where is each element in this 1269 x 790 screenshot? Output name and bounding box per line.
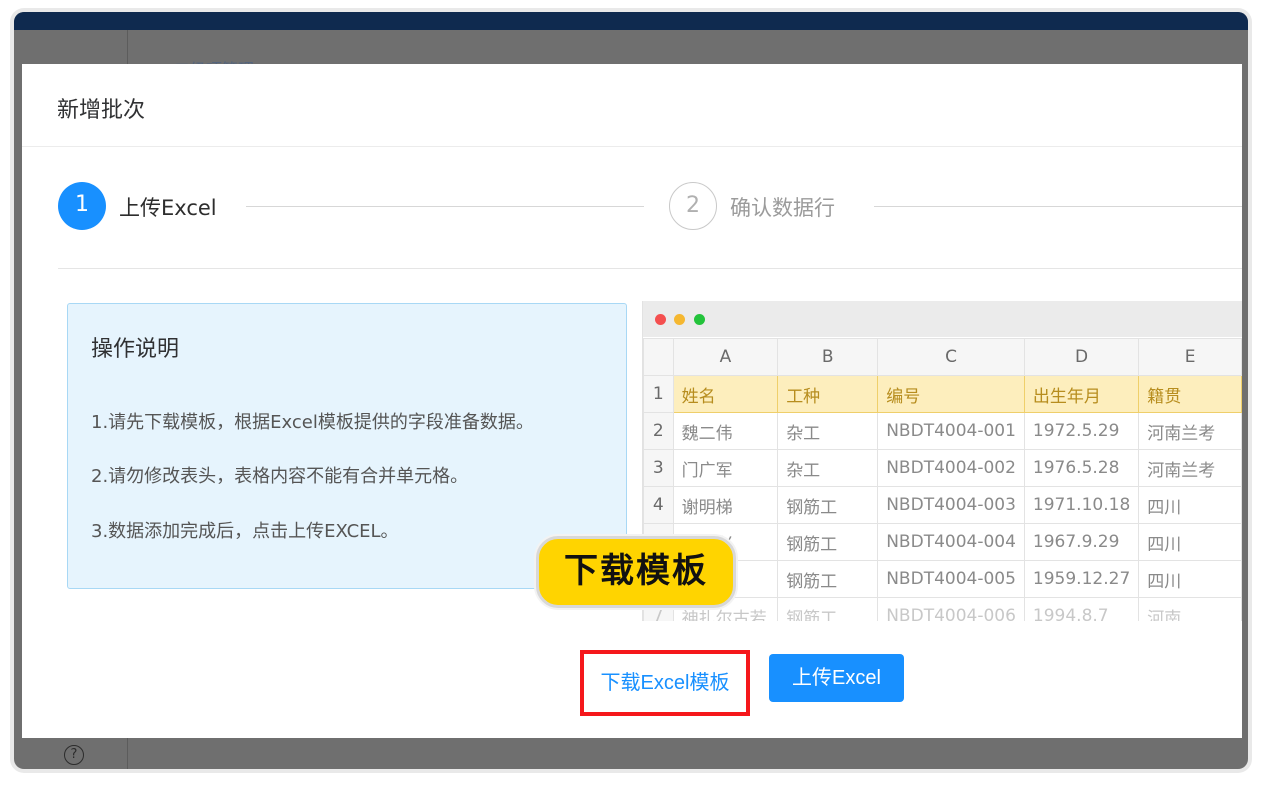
column-header: E xyxy=(1138,338,1242,376)
table-cell: 籍贯 xyxy=(1138,375,1242,413)
table-cell: 1976.5.28 xyxy=(1023,449,1140,487)
corner-cell xyxy=(643,338,674,376)
table-cell: 河南 xyxy=(1138,597,1242,621)
table-cell: 钢筋工 xyxy=(777,560,879,598)
instructions-title: 操作说明 xyxy=(91,337,180,362)
table-cell: 1972.5.29 xyxy=(1023,412,1140,450)
table-cell: NBDT4004-005 xyxy=(877,560,1025,598)
table-cell: 1971.10.18 xyxy=(1023,486,1140,524)
instruction-item: 1.请先下载模板，根据Excel模板提供的字段准备数据。 xyxy=(91,412,534,433)
table-cell: NBDT4004-003 xyxy=(877,486,1025,524)
row-number: 3 xyxy=(643,449,674,487)
table-cell: 四川 xyxy=(1138,560,1242,598)
step-1-label: 上传Excel xyxy=(119,196,217,220)
instruction-item: 3.数据添加完成后，点击上传EXCEL。 xyxy=(91,521,399,542)
table-cell: 四川 xyxy=(1138,523,1242,561)
table-cell: 门广军 xyxy=(672,449,779,487)
row-number: 4 xyxy=(643,486,674,524)
table-cell: NBDT4004-001 xyxy=(877,412,1025,450)
column-header: A xyxy=(672,338,779,376)
table-cell: 编号 xyxy=(877,375,1025,413)
table-cell: NBDT4004-002 xyxy=(877,449,1025,487)
question-circle-icon[interactable]: ? xyxy=(64,745,84,765)
column-header: B xyxy=(777,338,879,376)
table-cell: NBDT4004-006 xyxy=(877,597,1025,621)
table-cell: 姓名 xyxy=(672,375,779,413)
new-batch-modal: 新增批次 1 上传Excel 2 确认数据行 操作说明 1.请先下载模板，根据E… xyxy=(22,64,1242,738)
table-cell: 钢筋工 xyxy=(777,486,879,524)
instruction-item: 2.请勿修改表头，表格内容不能有合并单元格。 xyxy=(91,466,469,487)
step-2-label: 确认数据行 xyxy=(730,196,835,220)
table-cell: 1967.9.29 xyxy=(1023,523,1140,561)
upload-excel-button[interactable]: 上传Excel xyxy=(769,654,904,702)
table-cell: 1994.8.7 xyxy=(1023,597,1140,621)
download-template-button[interactable]: 下载Excel模板 xyxy=(584,654,746,712)
table-cell: 钢筋工 xyxy=(777,597,879,621)
table-cell: 工种 xyxy=(777,375,879,413)
row-number: 1 xyxy=(643,375,674,413)
divider xyxy=(58,268,1242,269)
column-header: C xyxy=(877,338,1025,376)
steps-bar: 1 上传Excel 2 确认数据行 xyxy=(58,182,1242,232)
app-header-bar xyxy=(14,12,1248,30)
download-highlight-box: 下载Excel模板 xyxy=(580,650,750,716)
modal-header: 新增批次 xyxy=(22,64,1242,147)
step-2-number: 2 xyxy=(669,182,717,230)
step-connector xyxy=(874,206,1242,207)
modal-title: 新增批次 xyxy=(57,98,146,123)
table-cell: 钢筋工 xyxy=(777,523,879,561)
table-cell: 河南兰考 xyxy=(1138,412,1242,450)
maximize-dot-icon xyxy=(694,314,705,325)
minimize-dot-icon xyxy=(674,314,685,325)
row-number: 2 xyxy=(643,412,674,450)
column-header: D xyxy=(1023,338,1140,376)
table-cell: 河南兰考 xyxy=(1138,449,1242,487)
table-cell: 魏二伟 xyxy=(672,412,779,450)
close-dot-icon xyxy=(655,314,666,325)
table-cell: 出生年月 xyxy=(1023,375,1140,413)
table-cell: NBDT4004-004 xyxy=(877,523,1025,561)
table-cell: 1959.12.27 xyxy=(1023,560,1140,598)
step-connector xyxy=(246,206,644,207)
table-cell: 四川 xyxy=(1138,486,1242,524)
table-cell: 杂工 xyxy=(777,412,879,450)
table-cell: 杂工 xyxy=(777,449,879,487)
step-1-number: 1 xyxy=(58,182,106,230)
download-template-callout: 下载模板 xyxy=(536,536,736,608)
table-cell: 谢明梯 xyxy=(672,486,779,524)
window-title-bar xyxy=(643,301,1242,337)
app-window: 二级项管理 ? 新增批次 1 上传Excel 2 确认数据行 操作说明 1.请先… xyxy=(14,12,1248,769)
